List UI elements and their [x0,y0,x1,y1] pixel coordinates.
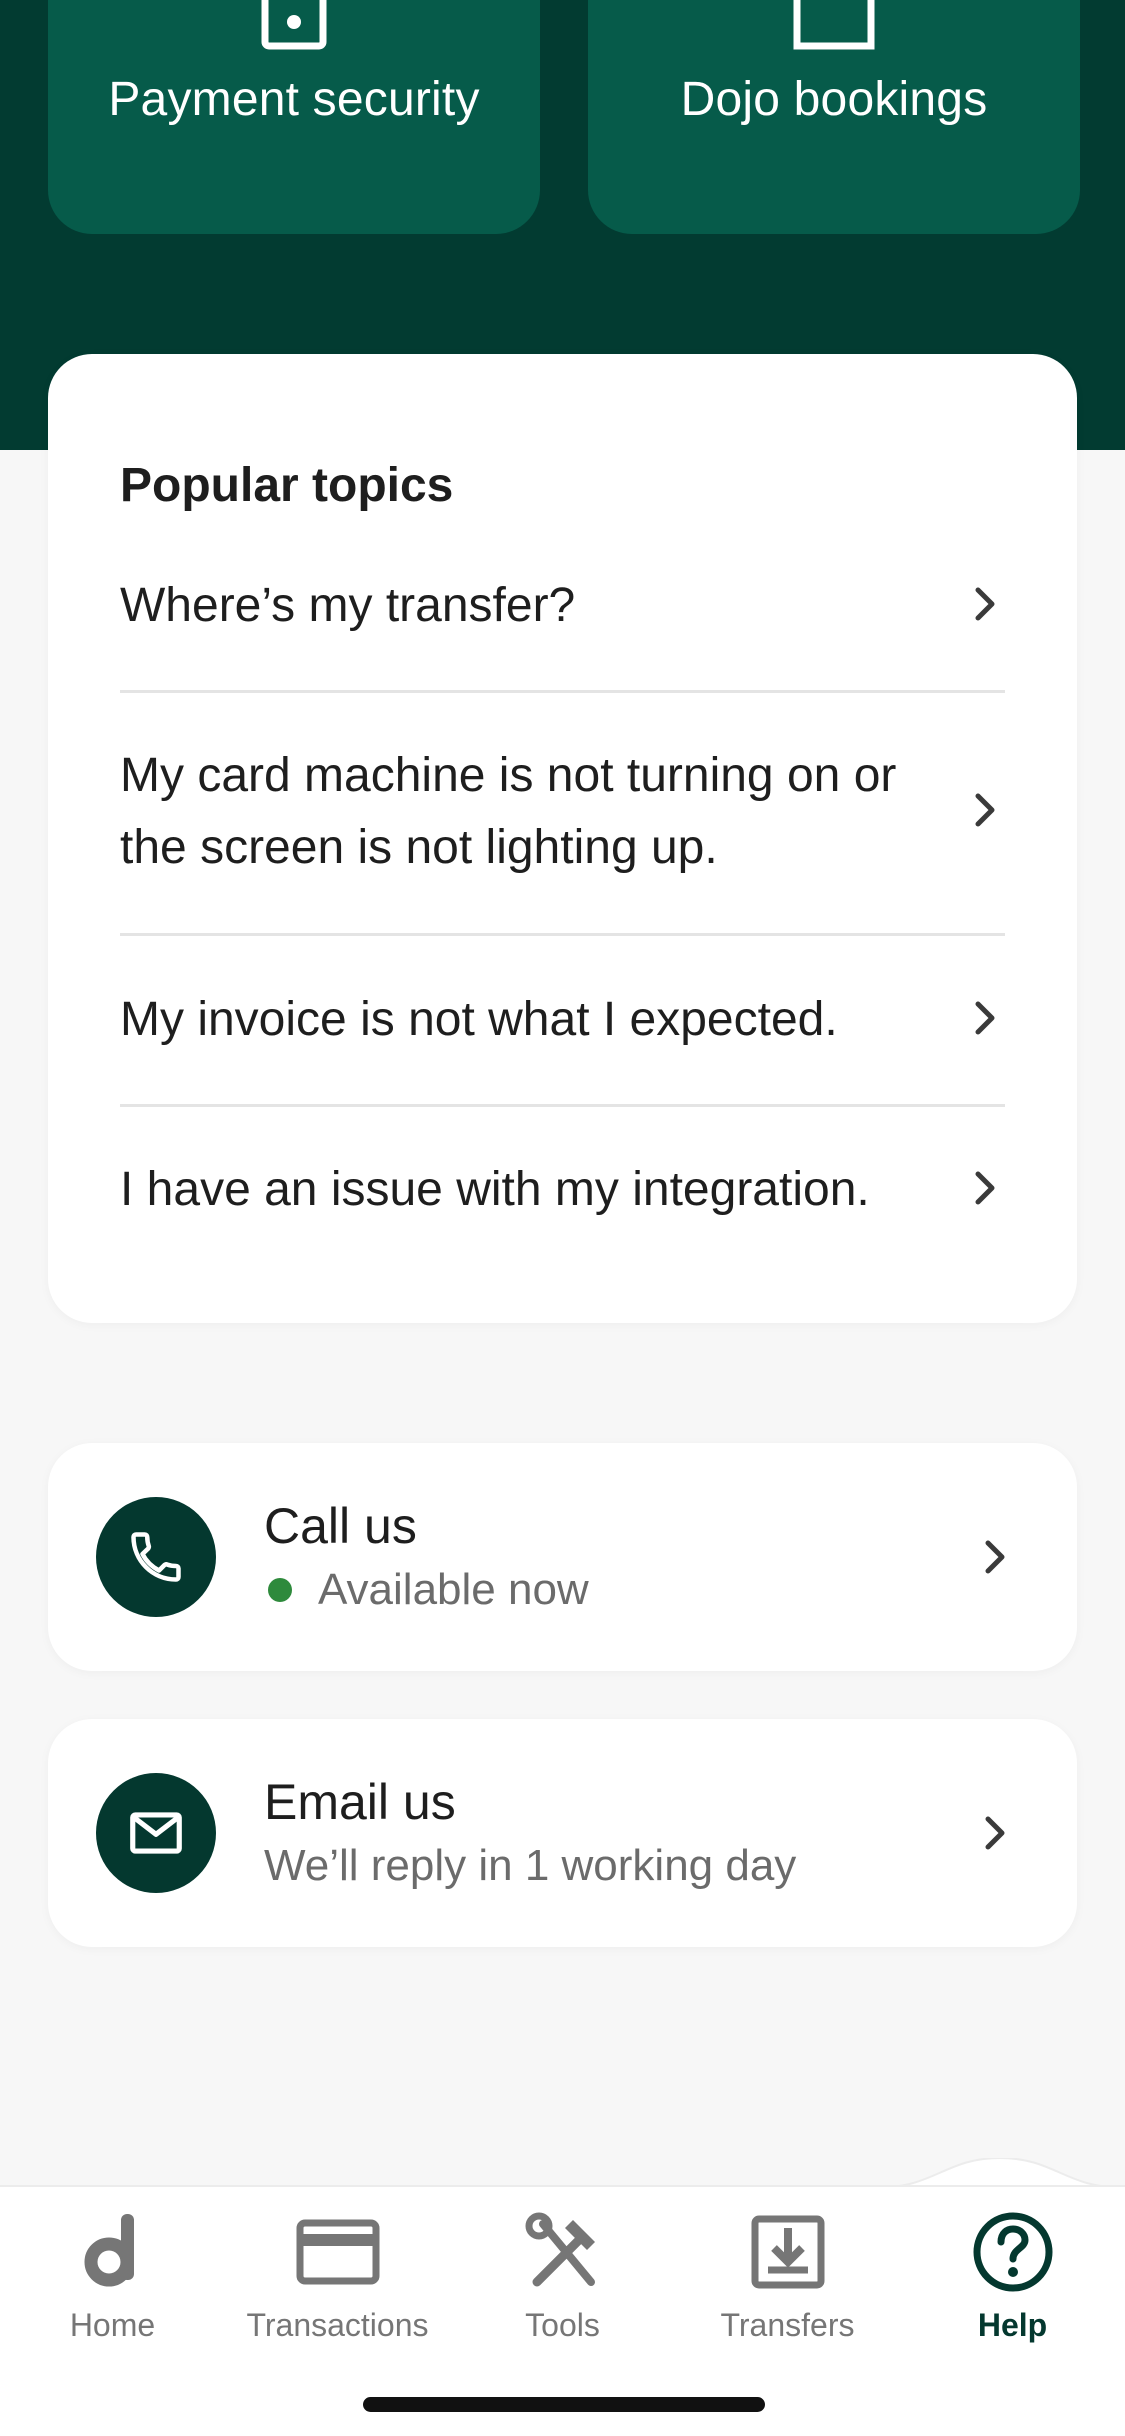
email-us-title: Email us [264,1774,456,1830]
tab-help[interactable]: Help [900,2187,1125,2357]
card-icon [296,2197,380,2307]
topic-item-integration[interactable]: I have an issue with my integration. [120,1154,1005,1226]
tab-transfers[interactable]: Transfers [675,2187,900,2357]
call-status-label: Available now [318,1565,589,1614]
popular-topics-card: Popular topics Where’s my transfer? My c… [48,354,1077,1323]
phone-icon [96,1497,216,1617]
divider [120,933,1005,936]
email-subtitle: We’ll reply in 1 working day [264,1841,797,1890]
dojo-bookings-label: Dojo bookings [680,73,988,126]
call-us-title: Call us [264,1498,417,1554]
chevron-right-icon [975,1813,1015,1858]
topic-item-invoice[interactable]: My invoice is not what I expected. [120,984,1005,1056]
help-circle-icon [972,2197,1054,2307]
popular-topics-title: Popular topics [120,459,454,512]
call-us-card[interactable]: Call us Available now [48,1443,1077,1671]
topic-label: Where’s my transfer? [120,579,576,632]
tab-transactions[interactable]: Transactions [225,2187,450,2357]
dojo-bookings-tile[interactable]: Dojo bookings [588,0,1080,234]
tab-help-label: Help [977,2307,1048,2343]
topic-label: My card machine is not turning on or the… [120,749,897,874]
payment-security-label: Payment security [108,73,480,126]
mail-icon [96,1773,216,1893]
topic-item-card-machine[interactable]: My card machine is not turning on or the… [120,740,1005,884]
chevron-right-icon [965,790,1005,835]
status-dot [268,1578,292,1602]
tab-home[interactable]: Home [0,2187,225,2357]
tools-icon [523,2197,603,2307]
divider [120,690,1005,693]
dojo-logo-icon [83,2197,143,2307]
chevron-right-icon [965,1168,1005,1213]
topic-item-transfer[interactable]: Where’s my transfer? [120,570,1005,642]
home-indicator [363,2397,765,2412]
email-us-card[interactable]: Email us We’ll reply in 1 working day [48,1719,1077,1947]
calendar-icon [789,0,879,57]
tab-tools-label: Tools [525,2307,600,2343]
call-status: Available now [264,1565,589,1615]
topic-label: My invoice is not what I expected. [120,993,838,1046]
chevron-right-icon [975,1537,1015,1582]
shield-lock-icon [259,0,329,55]
chevron-right-icon [965,584,1005,629]
topic-label: I have an issue with my integration. [120,1163,870,1216]
tab-tools[interactable]: Tools [450,2187,675,2357]
payment-security-tile[interactable]: Payment security [48,0,540,234]
divider [120,1104,1005,1107]
tab-transactions-label: Transactions [246,2307,429,2343]
tab-home-label: Home [69,2307,156,2343]
download-tray-icon [750,2197,826,2307]
tab-transfers-label: Transfers [720,2307,855,2343]
chevron-right-icon [965,998,1005,1043]
